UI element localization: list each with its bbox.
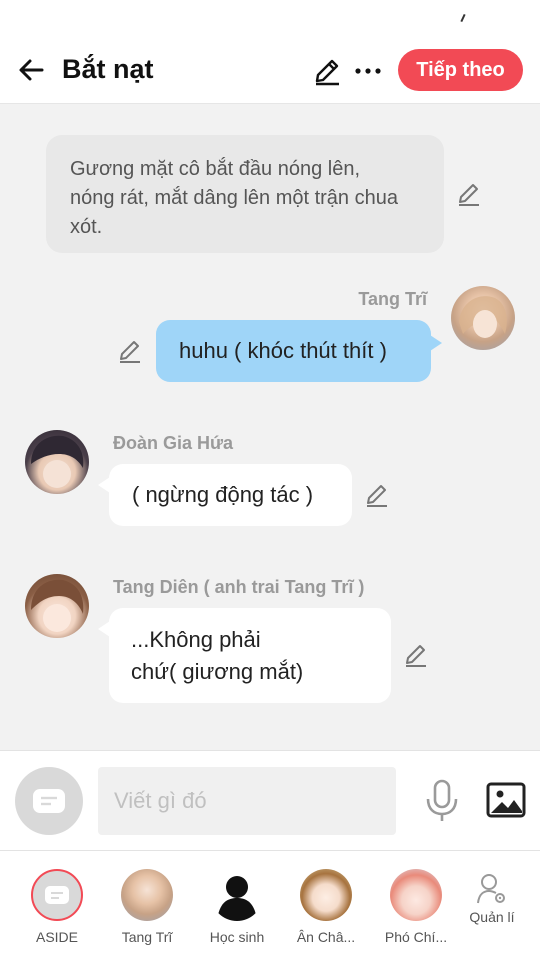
girl-portrait-icon [121, 869, 173, 921]
girl-portrait-icon [459, 296, 507, 338]
aside-avatar [31, 869, 83, 921]
narration-line: Gương mặt cô bắt đầu nóng lên, [70, 158, 361, 180]
avatar-tang-dien[interactable] [25, 574, 89, 638]
story-title: Bắt nạt [62, 54, 154, 84]
manage-characters-button[interactable]: Quản lí [452, 873, 532, 925]
edit-message-icon[interactable] [117, 338, 143, 364]
message-input[interactable] [98, 767, 396, 835]
message-bubble-own[interactable]: huhu ( khóc thút thít ) [156, 320, 431, 382]
aside-toggle-button[interactable] [15, 767, 83, 835]
speaker-name-doan-gia-hua: Đoàn Gia Hứa [113, 433, 234, 453]
avatar-tang-tri[interactable] [451, 286, 515, 350]
message-bubble-other[interactable]: ...Không phải chứ( giương mắt) [109, 608, 391, 703]
narration-line: nóng rát, mắt dâng lên một trận chua [70, 187, 398, 209]
character-label: Tang Trĩ [121, 929, 173, 945]
character-hoc-sinh[interactable]: Học sinh [197, 869, 277, 945]
speaker-name-tang-dien: Tang Diên ( anh trai Tang Trĩ ) [113, 577, 365, 597]
character-selector: ASIDE Tang Trĩ Học sinh Ân Châ... Phó Ch… [0, 850, 540, 960]
silhouette-icon [211, 869, 263, 921]
edit-message-icon[interactable] [403, 642, 429, 668]
boy-portrait-icon [390, 869, 442, 921]
top-bar: Bắt nạt Tiếp theo [0, 36, 540, 104]
bubble-tail [98, 477, 110, 493]
user-settings-icon [477, 874, 505, 904]
narration-bubble[interactable]: Gương mặt cô bắt đầu nóng lên, nóng rát,… [46, 135, 444, 253]
message-text: huhu ( khóc thút thít ) [179, 338, 387, 363]
speaker-name-tang-tri: Tang Trĩ [358, 289, 427, 309]
next-button[interactable]: Tiếp theo [398, 49, 523, 91]
chat-area[interactable]: Gương mặt cô bắt đầu nóng lên, nóng rát,… [0, 105, 540, 750]
composer-bar [0, 750, 540, 850]
girl-portrait-icon [300, 869, 352, 921]
character-pho-chi[interactable]: Phó Chí... [376, 869, 456, 945]
edit-message-icon[interactable] [456, 181, 482, 207]
narration-line: xót. [70, 216, 103, 238]
character-label: Quản lí [469, 909, 515, 925]
message-text: ...Không phải [131, 627, 261, 652]
image-icon[interactable] [486, 781, 526, 819]
microphone-icon[interactable] [424, 779, 460, 823]
bubble-tail [430, 335, 442, 351]
boy-portrait-icon [31, 579, 84, 632]
message-text: chứ( giương mắt) [131, 659, 304, 684]
character-label: Ân Châ... [296, 929, 356, 945]
signal-icon [460, 13, 466, 23]
character-label: Phó Chí... [384, 929, 448, 945]
character-aside[interactable]: ASIDE [17, 869, 97, 945]
character-tang-tri[interactable]: Tang Trĩ [107, 869, 187, 945]
boy-portrait-icon [31, 435, 84, 488]
avatar-doan-gia-hua[interactable] [25, 430, 89, 494]
character-an-chau[interactable]: Ân Châ... [286, 869, 366, 945]
edit-message-icon[interactable] [364, 482, 390, 508]
status-bar [0, 0, 540, 36]
message-box-icon [33, 789, 65, 813]
character-label: ASIDE [35, 929, 78, 945]
bubble-tail [98, 621, 110, 637]
message-bubble-other[interactable]: ( ngừng động tác ) [109, 464, 352, 526]
message-box-icon [45, 886, 69, 904]
edit-pencil-icon[interactable] [312, 56, 342, 86]
message-text: ( ngừng động tác ) [132, 482, 314, 507]
back-arrow-icon[interactable] [16, 54, 48, 86]
character-label: Học sinh [209, 929, 265, 945]
more-options-icon[interactable] [354, 56, 382, 86]
